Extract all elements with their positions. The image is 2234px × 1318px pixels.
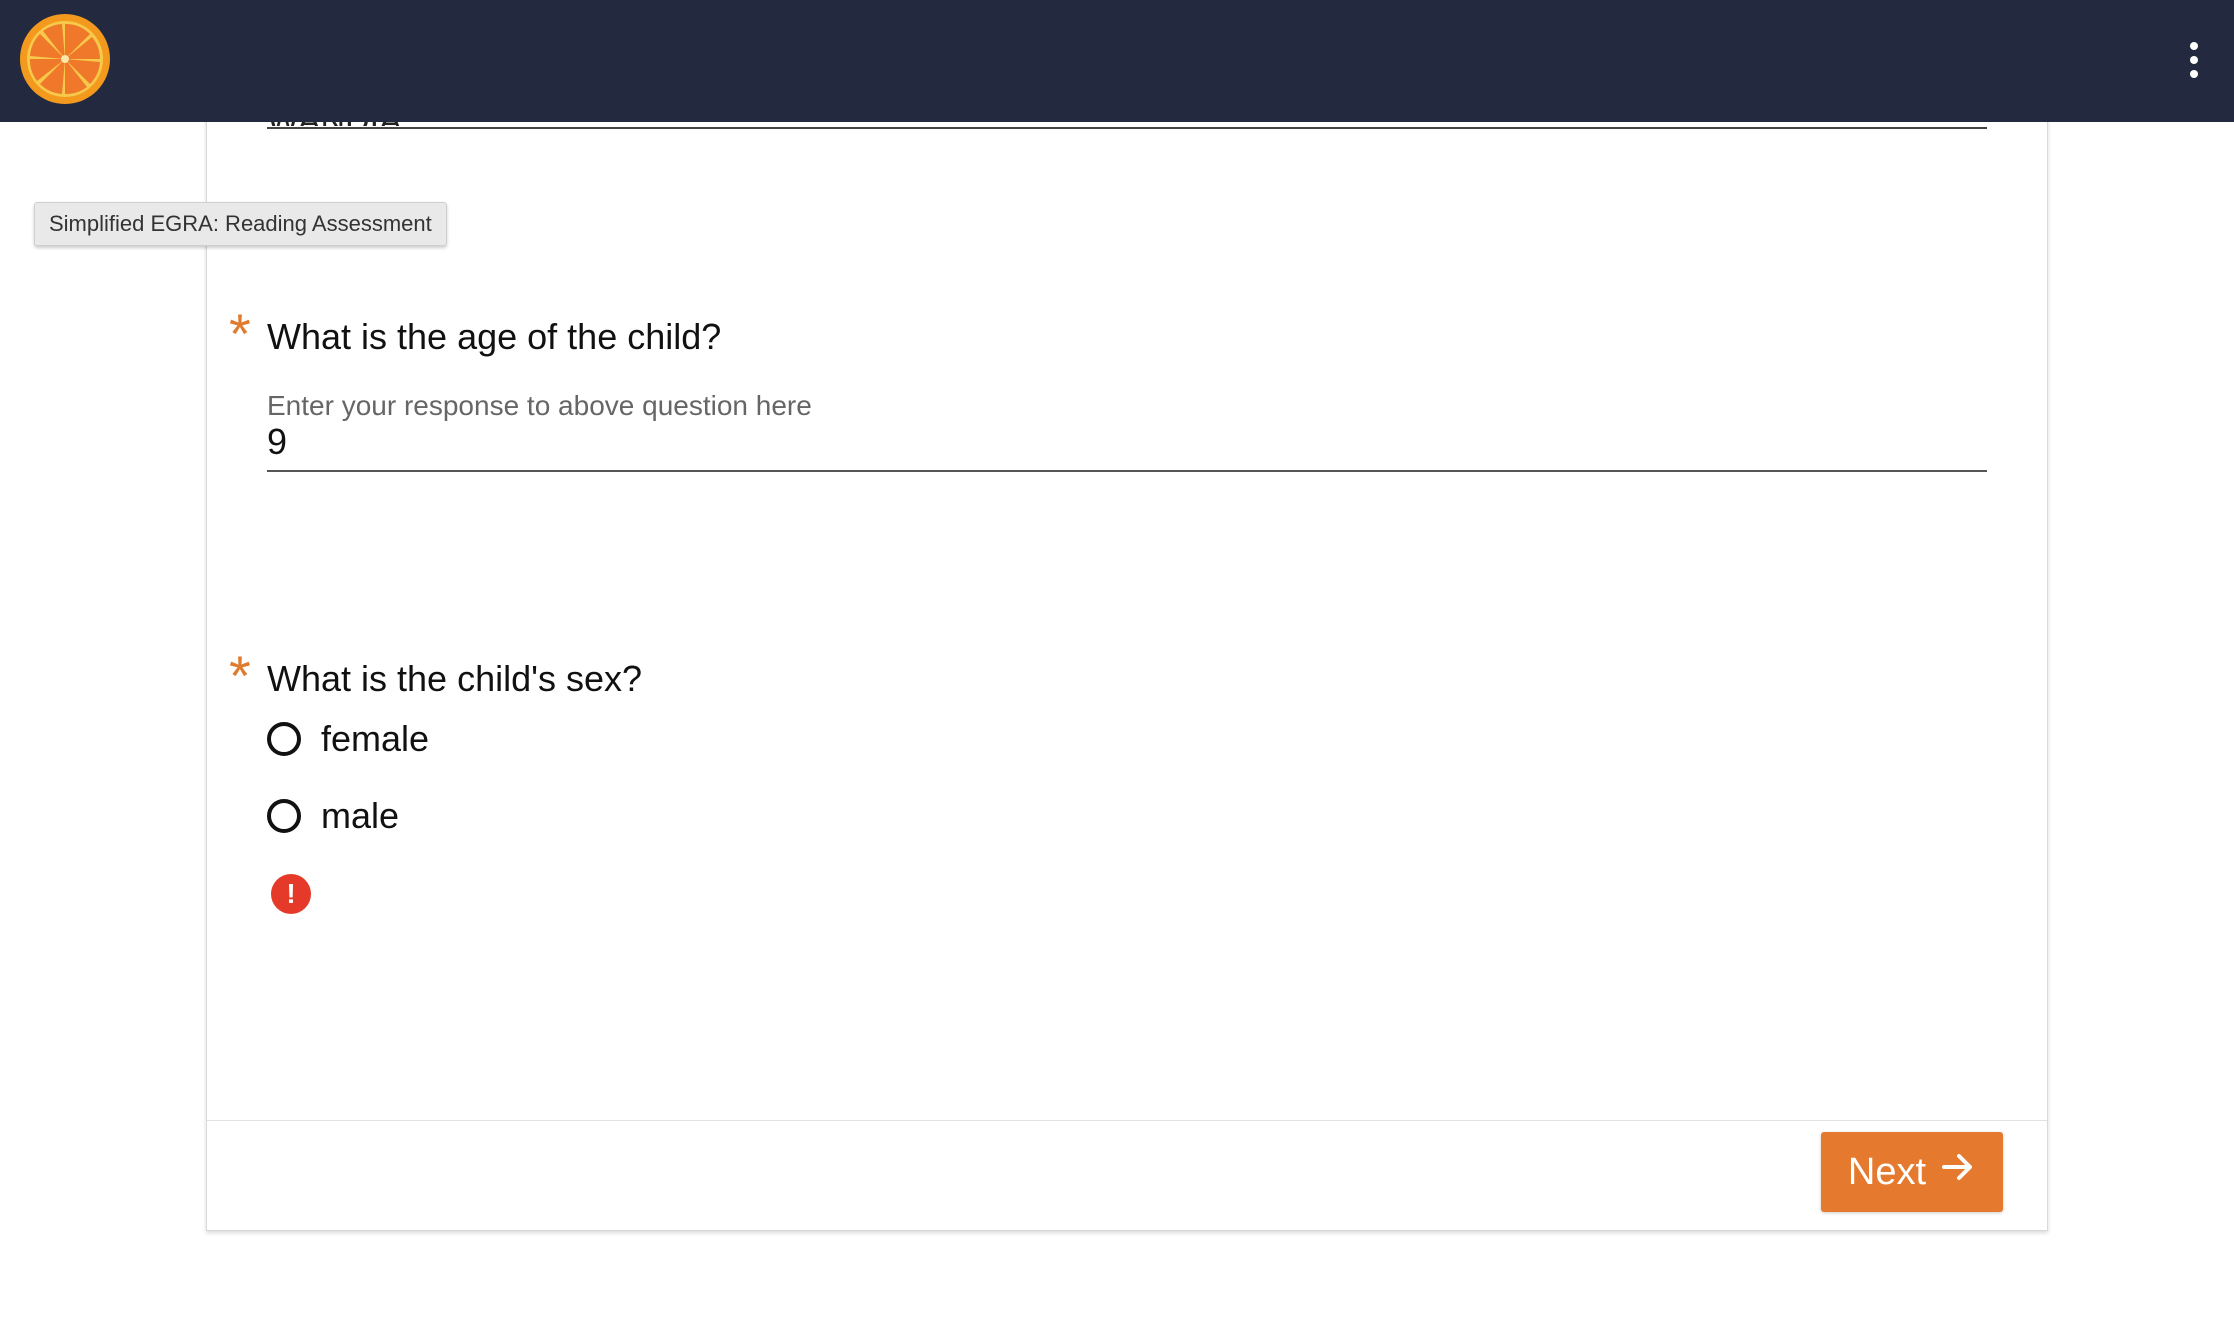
orange-logo-icon[interactable] xyxy=(18,12,112,106)
radio-option-female[interactable]: female xyxy=(267,718,429,760)
radio-button[interactable] xyxy=(267,799,301,833)
age-input-label: Enter your response to above question he… xyxy=(267,390,812,421)
sex-question-label: What is the child's sex? xyxy=(267,658,643,699)
age-input[interactable]: 9 xyxy=(267,420,1987,472)
form-card: WANDIA * What is the age of the child? E… xyxy=(206,102,2048,1231)
menu-dot xyxy=(2190,56,2198,64)
radio-button[interactable] xyxy=(267,722,301,756)
menu-dot xyxy=(2190,42,2198,50)
radio-option-label: female xyxy=(321,718,430,759)
more-vertical-icon[interactable] xyxy=(2174,30,2214,90)
age-question-label: What is the age of the child? xyxy=(267,316,722,357)
card-footer-divider xyxy=(207,1120,2047,1121)
next-button[interactable]: Next xyxy=(1821,1132,2003,1212)
radio-option-label: male xyxy=(321,795,400,836)
radio-option-male[interactable]: male xyxy=(267,795,399,837)
previous-field-underline xyxy=(267,127,1987,129)
app-header xyxy=(0,0,2234,122)
menu-dot xyxy=(2190,70,2198,78)
form-title-tooltip: Simplified EGRA: Reading Assessment xyxy=(34,202,447,246)
required-marker: * xyxy=(229,302,251,365)
required-marker: * xyxy=(229,644,251,707)
alert-circle-icon: ! xyxy=(271,874,311,914)
next-button-label: Next xyxy=(1847,1150,1927,1193)
arrow-right-icon xyxy=(1940,1149,1976,1195)
